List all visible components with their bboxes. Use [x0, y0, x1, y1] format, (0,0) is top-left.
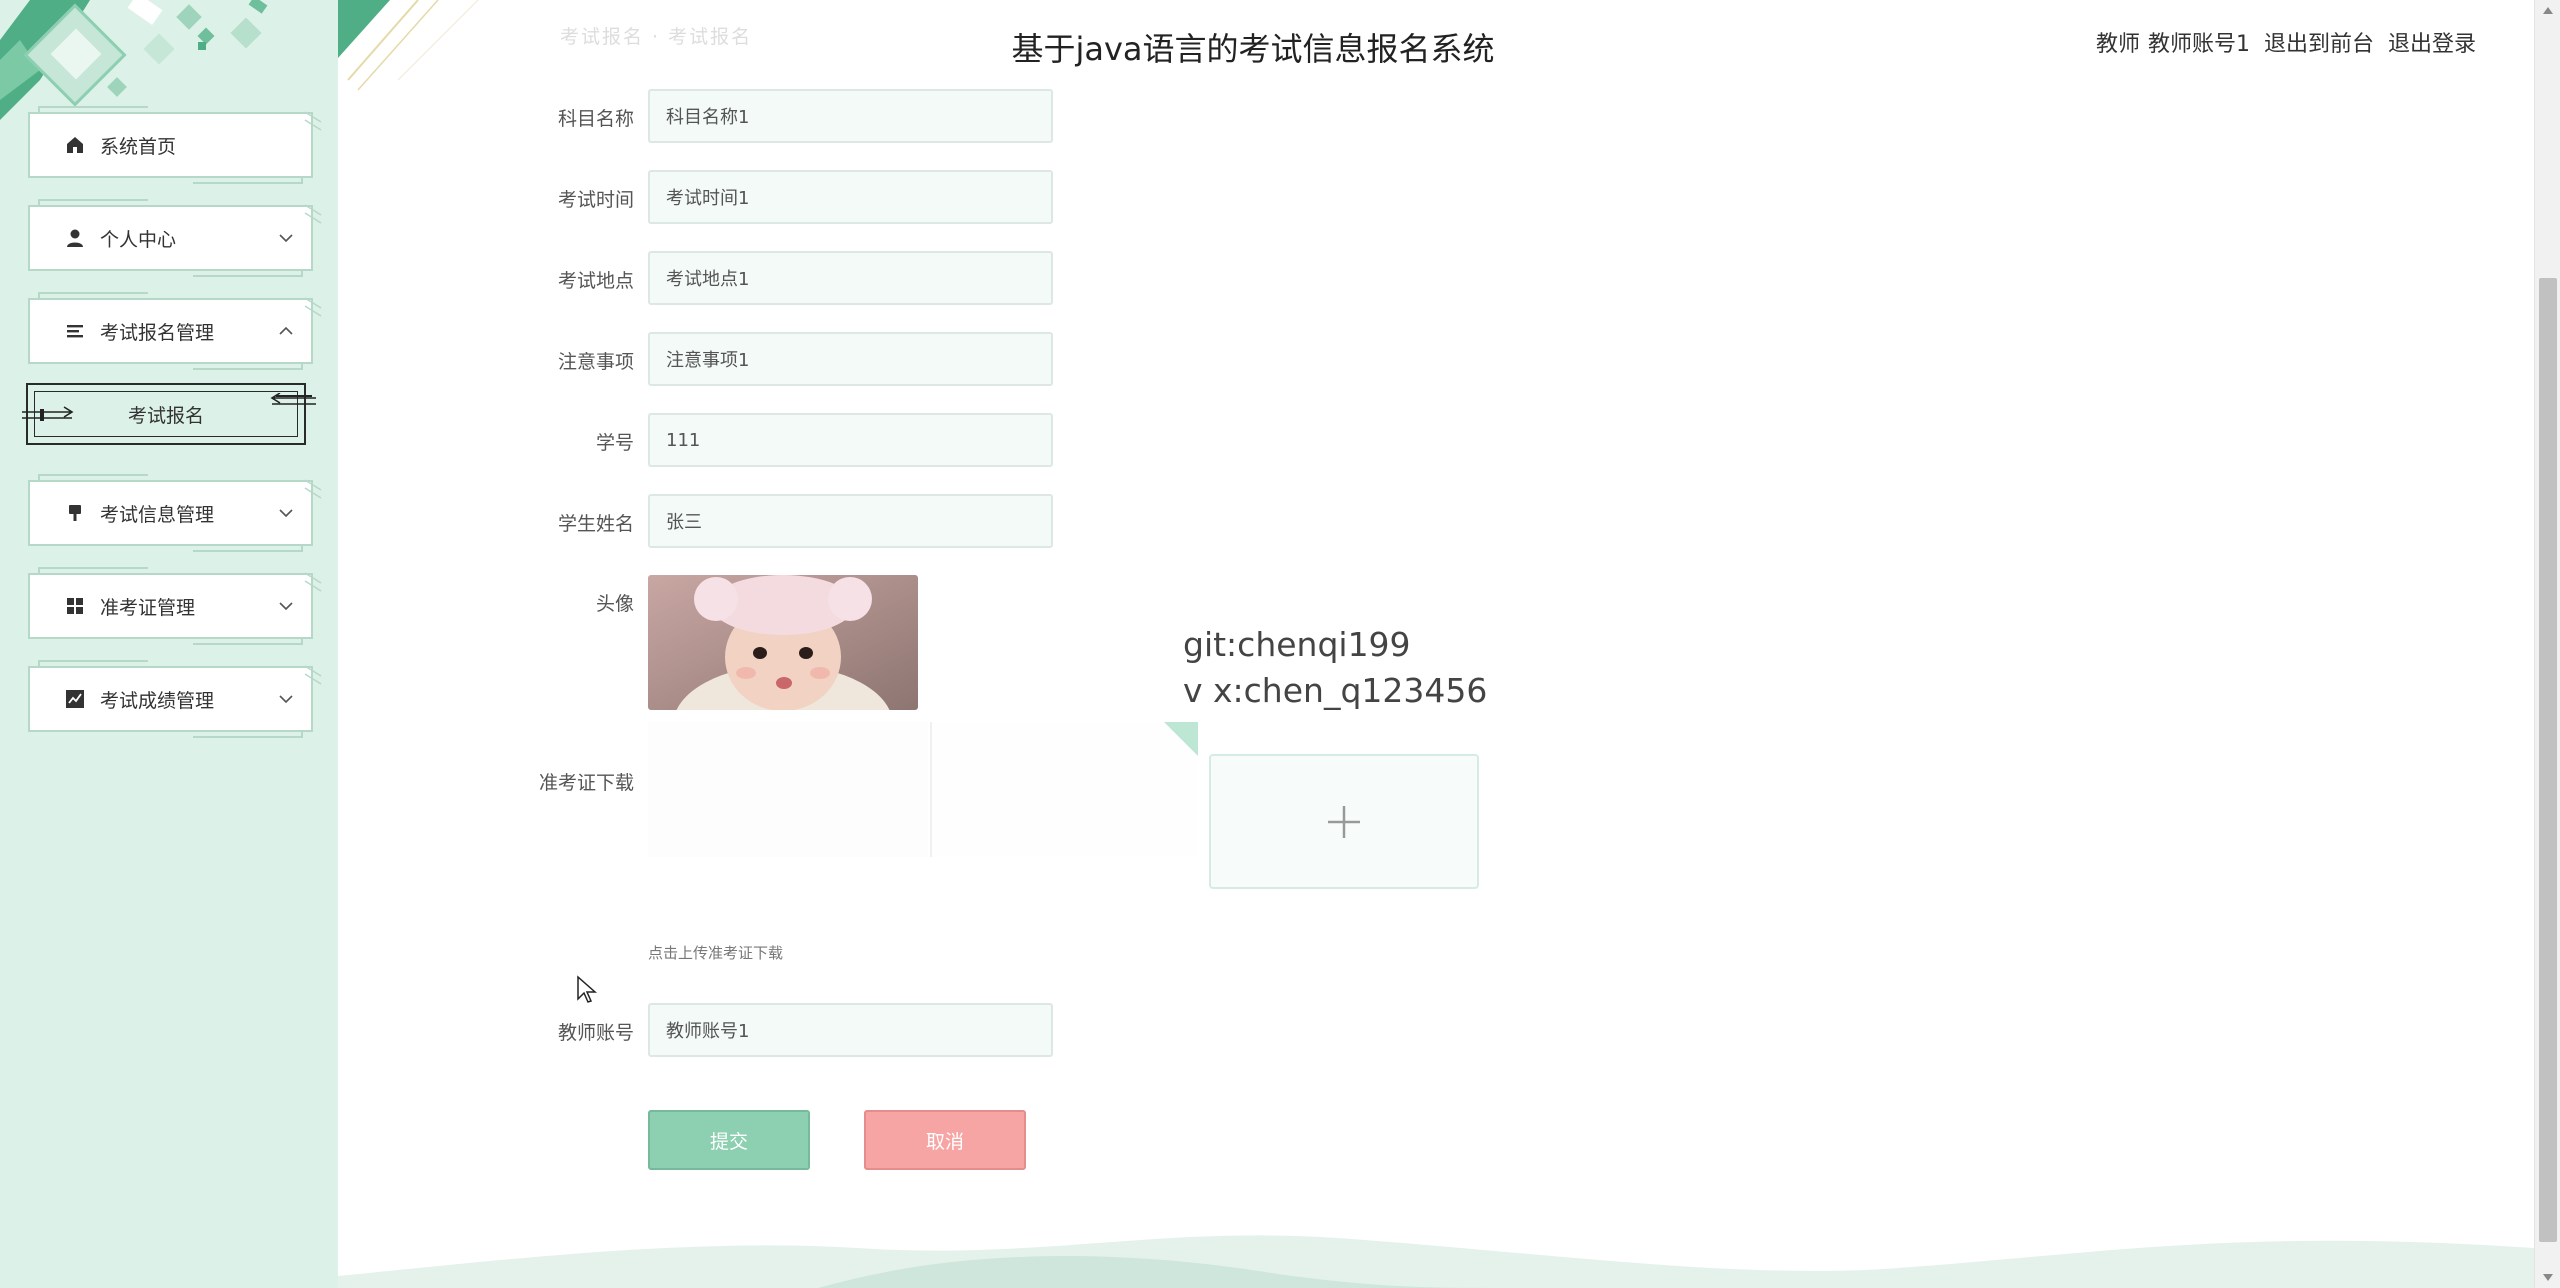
sidebar-item-label: 考试报名管理 — [100, 321, 215, 344]
corner-decoration — [304, 479, 322, 499]
field-label: 考试地点 — [557, 270, 634, 292]
scrollbar[interactable] — [2534, 0, 2560, 1288]
sidebar-item-label: 个人中心 — [100, 228, 177, 251]
watermark-line: git:chenqi199 — [1183, 625, 1411, 664]
sidebar-item-exam-registration[interactable]: 考试报名管理 — [28, 292, 322, 370]
corner-decoration — [304, 572, 322, 592]
cancel-button[interactable]: 取消 — [864, 1110, 1026, 1170]
watermark-line: v x:chen_q123456 — [1183, 671, 1488, 710]
thumbnail-corner — [1164, 722, 1198, 756]
chevron-down-icon — [279, 602, 293, 611]
sidebar-item-home[interactable]: 系统首页 — [28, 106, 322, 184]
corner-decoration — [304, 665, 322, 685]
header-user-area: 教师 教师账号1 退出到前台 退出登录 — [2096, 26, 2476, 58]
corner-decoration — [304, 297, 322, 317]
upload-tip: 点击上传准考证下载 — [648, 944, 784, 962]
avatar-image — [648, 575, 918, 710]
brush-icon — [64, 502, 86, 524]
arrow-right-icon — [22, 406, 74, 421]
username: 教师账号1 — [2147, 32, 2250, 57]
chevron-down-icon — [279, 695, 293, 704]
sidebar-item-label: 准考证管理 — [100, 596, 196, 619]
field-label: 学生姓名 — [557, 513, 634, 535]
teacher-account-input[interactable] — [648, 1003, 1053, 1057]
submit-button[interactable]: 提交 — [648, 1110, 810, 1170]
field-label: 考试时间 — [557, 189, 634, 211]
exam-time-input[interactable] — [648, 170, 1053, 224]
field-label: 科目名称 — [557, 108, 634, 130]
field-label: 头像 — [595, 593, 634, 615]
scroll-up-arrow[interactable] — [2535, 0, 2560, 20]
form-row-teacher-account: 教师账号 — [338, 1003, 1338, 1057]
exam-location-input[interactable] — [648, 251, 1053, 305]
student-id-input[interactable] — [648, 413, 1053, 467]
app: 系统首页 个人中心 考试报名管理 考试报名 考试信息管理 准考证管理 考试成绩管… — [0, 0, 2560, 1288]
sidebar-item-label: 考试信息管理 — [100, 503, 215, 526]
chart-icon — [64, 688, 86, 710]
plus-icon — [1328, 805, 1360, 838]
scrollbar-thumb[interactable] — [2539, 278, 2557, 1242]
ticket-upload-button[interactable] — [1209, 754, 1479, 889]
sidebar-item-admission-ticket[interactable]: 准考证管理 — [28, 567, 322, 645]
sidebar-subitem-label: 考试报名 — [127, 404, 204, 427]
form-row-subject: 科目名称 — [338, 89, 1338, 143]
grid-icon — [64, 595, 86, 617]
page-title: 基于java语言的考试信息报名系统 — [1011, 30, 1495, 68]
student-name-input[interactable] — [648, 494, 1053, 548]
form-row-student-id: 学号 — [338, 413, 1338, 467]
sidebar-subitem-exam-registration[interactable]: 考试报名 — [22, 383, 316, 445]
chevron-up-icon — [279, 326, 293, 335]
bottom-wave-decoration — [338, 1235, 2534, 1288]
corner-decoration — [304, 111, 322, 131]
logout-link[interactable]: 退出登录 — [2388, 26, 2476, 58]
sidebar-item-exam-info[interactable]: 考试信息管理 — [28, 474, 322, 552]
field-label: 学号 — [595, 432, 634, 454]
form-row-exam-location: 考试地点 — [338, 251, 1338, 305]
form-row-exam-time: 考试时间 — [338, 170, 1338, 224]
home-icon — [64, 134, 86, 156]
sidebar-item-exam-scores[interactable]: 考试成绩管理 — [28, 660, 322, 738]
back-to-front-link[interactable]: 退出到前台 — [2264, 26, 2374, 58]
ticket-thumbnail — [648, 722, 928, 857]
form-row-notes: 注意事项 — [338, 332, 1338, 386]
user-role: 教师 — [2095, 32, 2140, 57]
sidebar: 系统首页 个人中心 考试报名管理 考试报名 考试信息管理 准考证管理 考试成绩管… — [0, 0, 338, 1288]
field-label: 教师账号 — [557, 1022, 634, 1044]
list-icon — [64, 320, 86, 342]
chevron-down-icon — [279, 509, 293, 518]
watermark: git:chenqi199 v x:chen_q123456 — [1183, 622, 1487, 714]
ticket-thumbnail — [930, 722, 1198, 857]
person-icon — [64, 227, 86, 249]
sidebar-item-personal[interactable]: 个人中心 — [28, 199, 322, 277]
field-label: 准考证下载 — [538, 772, 634, 794]
field-label: 注意事项 — [557, 351, 634, 373]
sidebar-item-label: 考试成绩管理 — [100, 689, 215, 712]
scroll-down-arrow[interactable] — [2535, 1268, 2560, 1288]
sidebar-item-label: 系统首页 — [100, 135, 177, 158]
notes-input[interactable] — [648, 332, 1053, 386]
arrow-left-icon — [270, 393, 316, 405]
form-row-student-name: 学生姓名 — [338, 494, 1338, 548]
subject-name-input[interactable] — [648, 89, 1053, 143]
corner-decoration — [304, 204, 322, 224]
mouse-cursor — [577, 975, 597, 1003]
chevron-down-icon — [279, 234, 293, 243]
